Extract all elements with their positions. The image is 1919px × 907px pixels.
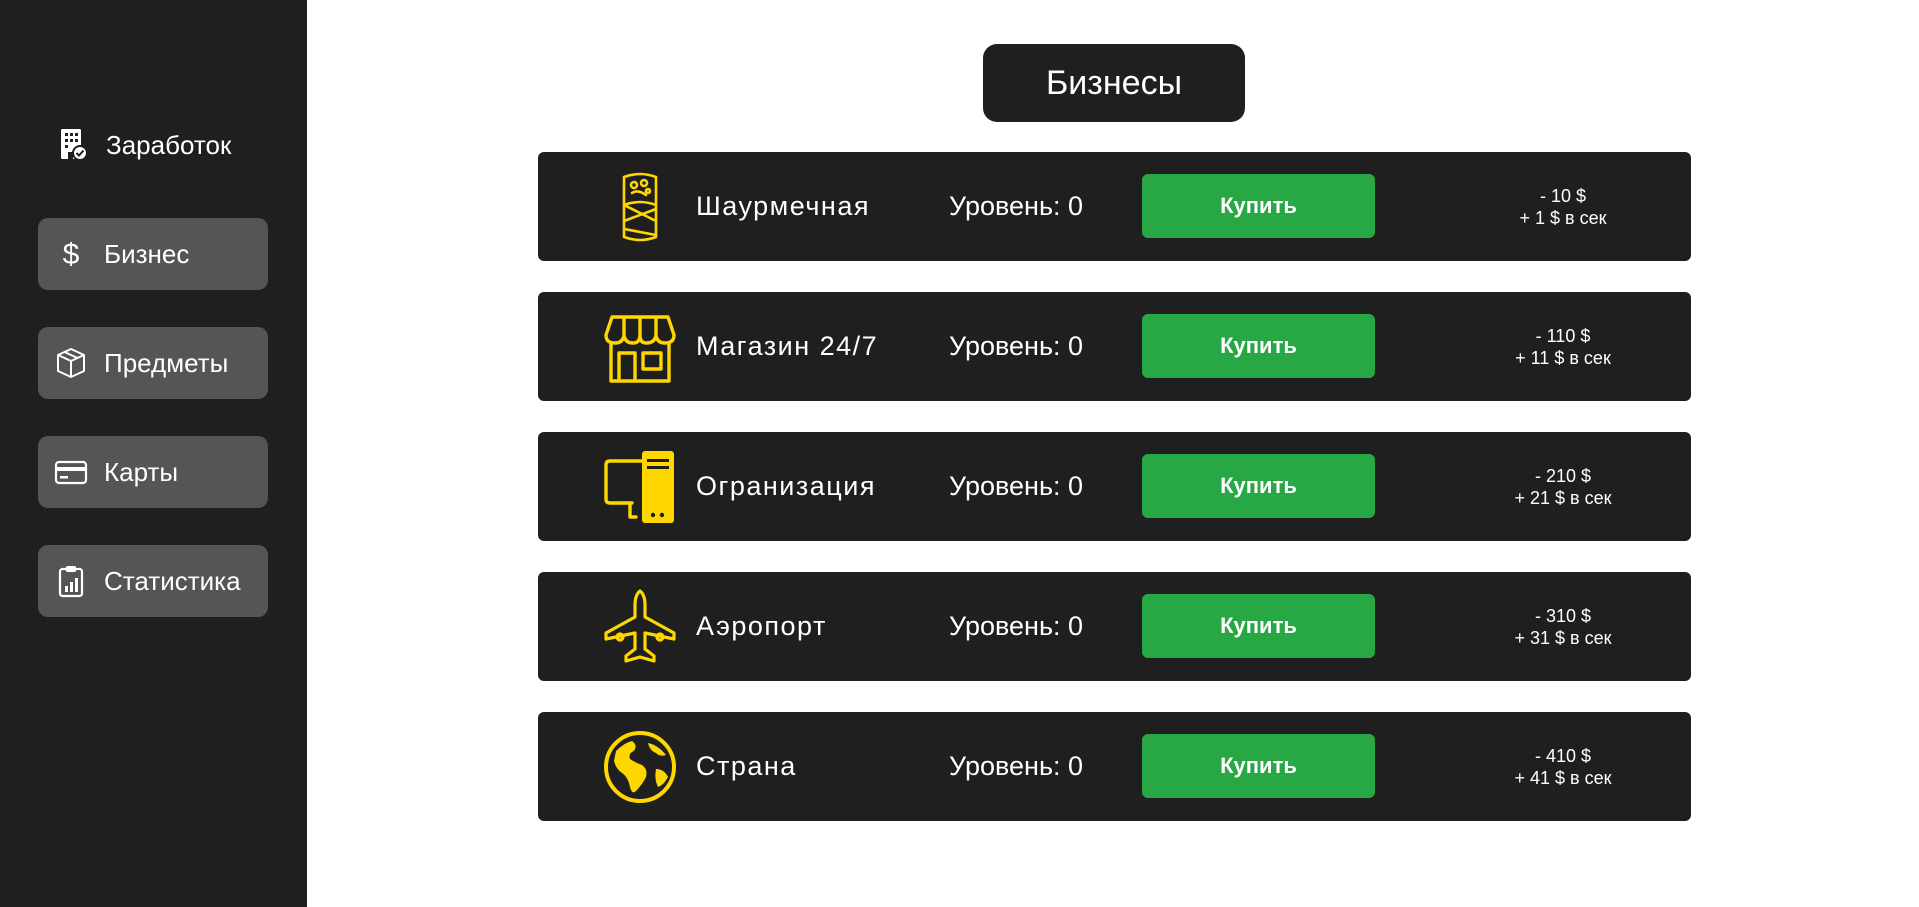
business-name: Магазин 24/7 [696,331,879,361]
business-income: + 21 $ в сек [1514,487,1612,508]
sidebar-item-label: Статистика [104,565,241,596]
svg-text:$: $ [63,238,80,271]
business-name: Шаурмечная [696,191,870,221]
app-root: Заработок $ Бизнес Предметы Карты Статис… [0,0,1919,907]
business-row-airport: Аэропорт Уровень: 0 Купить - 310 $ + 31 … [538,572,1691,681]
page-title: Бизнесы [983,44,1245,122]
dollar-icon: $ [54,237,88,271]
business-row-organization: Огранизация Уровень: 0 Купить - 210 $ + … [538,432,1691,541]
sidebar-item-earnings[interactable]: Заработок [38,109,268,181]
store-icon [602,309,678,385]
business-cost: - 110 $ [1535,325,1591,346]
box-icon [54,346,88,380]
business-income: + 41 $ в сек [1514,767,1612,788]
sidebar-item-cards[interactable]: Карты [38,436,268,508]
business-level: Уровень: 0 [949,751,1084,781]
building-check-icon [56,128,90,162]
business-stats: - 110 $ + 11 $ в сек [1458,292,1668,401]
shawarma-icon [602,169,678,245]
business-stats: - 310 $ + 31 $ в сек [1458,572,1668,681]
sidebar-item-label: Карты [104,456,179,487]
globe-icon [602,729,678,805]
sidebar-item-label: Предметы [104,347,229,378]
business-row-shawarma: Шаурмечная Уровень: 0 Купить - 10 $ + 1 … [538,152,1691,261]
business-income: + 1 $ в сек [1519,207,1607,228]
buy-button[interactable]: Купить [1142,174,1375,238]
buy-button[interactable]: Купить [1142,314,1375,378]
business-cost: - 210 $ [1534,465,1592,486]
business-name: Страна [696,751,797,781]
business-row-store: Магазин 24/7 Уровень: 0 Купить - 110 $ +… [538,292,1691,401]
sidebar-item-label: Заработок [106,129,232,160]
computer-icon [602,449,678,525]
business-income: + 31 $ в сек [1514,627,1612,648]
business-level: Уровень: 0 [949,471,1084,501]
business-stats: - 410 $ + 41 $ в сек [1458,712,1668,821]
sidebar: Заработок $ Бизнес Предметы Карты Статис… [0,0,307,907]
business-stats: - 10 $ + 1 $ в сек [1458,152,1668,261]
business-level: Уровень: 0 [949,331,1084,361]
business-stats: - 210 $ + 21 $ в сек [1458,432,1668,541]
buy-button[interactable]: Купить [1142,734,1375,798]
business-cost: - 410 $ [1534,745,1592,766]
credit-card-icon [54,455,88,489]
business-name: Аэропорт [696,611,827,641]
buy-button[interactable]: Купить [1142,594,1375,658]
buy-button[interactable]: Купить [1142,454,1375,518]
business-level: Уровень: 0 [949,191,1084,221]
sidebar-item-label: Бизнес [104,238,190,269]
business-name: Огранизация [696,471,876,501]
business-income: + 11 $ в сек [1515,347,1611,368]
clipboard-chart-icon [54,564,88,598]
business-row-country: Страна Уровень: 0 Купить - 410 $ + 41 $ … [538,712,1691,821]
sidebar-item-items[interactable]: Предметы [38,327,268,399]
sidebar-item-statistics[interactable]: Статистика [38,545,268,617]
business-cost: - 10 $ [1539,185,1587,206]
sidebar-item-business[interactable]: $ Бизнес [38,218,268,290]
business-cost: - 310 $ [1534,605,1592,626]
business-level: Уровень: 0 [949,611,1084,641]
airplane-icon [602,589,678,665]
